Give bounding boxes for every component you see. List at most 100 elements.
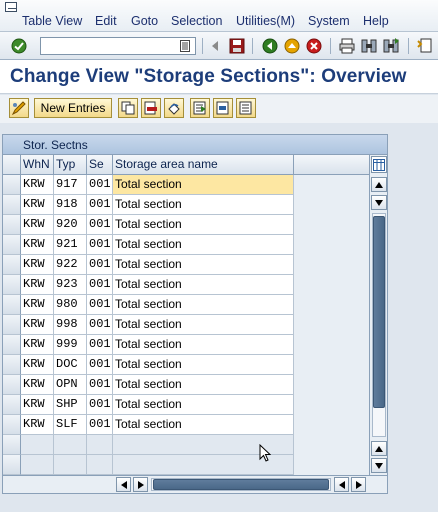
- cell-se: 001: [87, 275, 113, 295]
- column-header-filler: [294, 155, 369, 175]
- menu-utilities[interactable]: Utilities(M): [236, 14, 295, 28]
- scroll-down-icon[interactable]: [371, 441, 387, 456]
- row-selector[interactable]: [3, 275, 21, 295]
- menu-goto[interactable]: Goto: [131, 14, 158, 28]
- cell-whn: KRW: [21, 295, 54, 315]
- menu-help[interactable]: Help: [363, 14, 389, 28]
- column-header-whn[interactable]: WhN: [21, 155, 54, 175]
- row-filler: [294, 315, 369, 335]
- cell-se: 001: [87, 375, 113, 395]
- find-icon[interactable]: [360, 37, 378, 55]
- menu-table-view[interactable]: Table View: [22, 14, 82, 28]
- horizontal-scroll-track[interactable]: [151, 478, 331, 491]
- command-history-icon[interactable]: [178, 39, 192, 53]
- row-selector[interactable]: [3, 175, 21, 195]
- cell-storage-area-name[interactable]: Total section: [113, 215, 294, 235]
- cell-typ: DOC: [54, 355, 87, 375]
- copy-as-icon[interactable]: [118, 98, 138, 118]
- menu-selection[interactable]: Selection: [171, 14, 222, 28]
- cell-storage-area-name[interactable]: Total section: [113, 355, 294, 375]
- cell-storage-area-name[interactable]: Total section: [113, 295, 294, 315]
- cell-storage-area-name[interactable]: Total section: [113, 335, 294, 355]
- mouse-cursor-icon: [259, 443, 272, 465]
- title-bar: Change View "Storage Sections": Overview: [0, 60, 438, 94]
- select-block-icon[interactable]: [213, 98, 233, 118]
- cell-whn: KRW: [21, 215, 54, 235]
- vertical-scrollbar[interactable]: [369, 155, 387, 475]
- find-next-icon[interactable]: [382, 37, 400, 55]
- row-selector[interactable]: [3, 235, 21, 255]
- column-header-se[interactable]: Se: [87, 155, 113, 175]
- page-title: Change View "Storage Sections": Overview: [10, 66, 407, 87]
- vertical-scroll-track[interactable]: [372, 213, 386, 437]
- scroll-right-small-icon[interactable]: [133, 477, 148, 492]
- delete-icon[interactable]: [141, 98, 161, 118]
- column-header-typ[interactable]: Typ: [54, 155, 87, 175]
- row-selector[interactable]: [3, 255, 21, 275]
- row-selector[interactable]: [3, 195, 21, 215]
- scroll-page-down-icon[interactable]: [371, 458, 387, 473]
- cell-typ: 998: [54, 315, 87, 335]
- menu-system[interactable]: System: [308, 14, 350, 28]
- change-display-icon[interactable]: [9, 98, 29, 118]
- row-selector[interactable]: [3, 295, 21, 315]
- enter-icon[interactable]: [10, 37, 28, 55]
- row-selector[interactable]: [3, 375, 21, 395]
- print-icon[interactable]: [338, 37, 356, 55]
- cell-storage-area-name[interactable]: Total section: [113, 255, 294, 275]
- new-entries-button[interactable]: New Entries: [34, 98, 112, 118]
- command-field[interactable]: [40, 37, 196, 55]
- cell-typ: 922: [54, 255, 87, 275]
- table-grid: WhN Typ Se Storage area name KRW 917 001 To…: [3, 155, 369, 475]
- row-filler: [294, 275, 369, 295]
- deselect-all-icon[interactable]: [236, 98, 256, 118]
- row-selector[interactable]: [3, 395, 21, 415]
- cell-typ: 923: [54, 275, 87, 295]
- cancel-icon[interactable]: [305, 37, 323, 55]
- horizontal-scrollbar[interactable]: [3, 475, 387, 493]
- cell-se: 001: [87, 315, 113, 335]
- vertical-scroll-thumb[interactable]: [373, 216, 385, 408]
- scroll-page-up-icon[interactable]: [371, 177, 387, 192]
- row-selector[interactable]: [3, 415, 21, 435]
- cell-storage-area-name[interactable]: Total section: [113, 415, 294, 435]
- cell-typ: [54, 435, 87, 455]
- row-selector[interactable]: [3, 315, 21, 335]
- cell-typ: [54, 455, 87, 475]
- back-arrow-icon[interactable]: [206, 37, 224, 55]
- toolbar-separator: [330, 38, 331, 54]
- first-page-icon[interactable]: [416, 37, 434, 55]
- horizontal-scroll-thumb[interactable]: [153, 479, 329, 490]
- row-selector[interactable]: [3, 435, 21, 455]
- cell-storage-area-name[interactable]: Total section: [113, 235, 294, 255]
- row-selector[interactable]: [3, 455, 21, 475]
- menu-edit[interactable]: Edit: [95, 14, 117, 28]
- save-icon[interactable]: [228, 37, 246, 55]
- row-selector[interactable]: [3, 335, 21, 355]
- undo-change-icon[interactable]: [164, 98, 184, 118]
- cell-whn: KRW: [21, 175, 54, 195]
- scroll-right-icon[interactable]: [351, 477, 366, 492]
- cell-whn: KRW: [21, 375, 54, 395]
- scroll-left-icon[interactable]: [116, 477, 131, 492]
- row-filler: [294, 215, 369, 235]
- select-all-icon[interactable]: [190, 98, 210, 118]
- cell-se: 001: [87, 395, 113, 415]
- cell-storage-area-name[interactable]: Total section: [113, 175, 294, 195]
- scroll-left-end-icon[interactable]: [334, 477, 349, 492]
- cell-storage-area-name[interactable]: Total section: [113, 275, 294, 295]
- cell-storage-area-name[interactable]: Total section: [113, 375, 294, 395]
- cell-storage-area-name[interactable]: Total section: [113, 315, 294, 335]
- back-nav-icon[interactable]: [261, 37, 279, 55]
- row-selector[interactable]: [3, 355, 21, 375]
- scroll-up-icon[interactable]: [371, 195, 387, 210]
- column-header-storage-area-name[interactable]: Storage area name: [113, 155, 294, 175]
- cell-storage-area-name[interactable]: Total section: [113, 395, 294, 415]
- select-all-rows-button[interactable]: [3, 155, 21, 175]
- table-settings-icon[interactable]: [371, 156, 387, 173]
- cell-se: 001: [87, 235, 113, 255]
- cell-storage-area-name[interactable]: Total section: [113, 195, 294, 215]
- row-selector[interactable]: [3, 215, 21, 235]
- window-menu-icon[interactable]: [5, 2, 17, 12]
- exit-icon[interactable]: [283, 37, 301, 55]
